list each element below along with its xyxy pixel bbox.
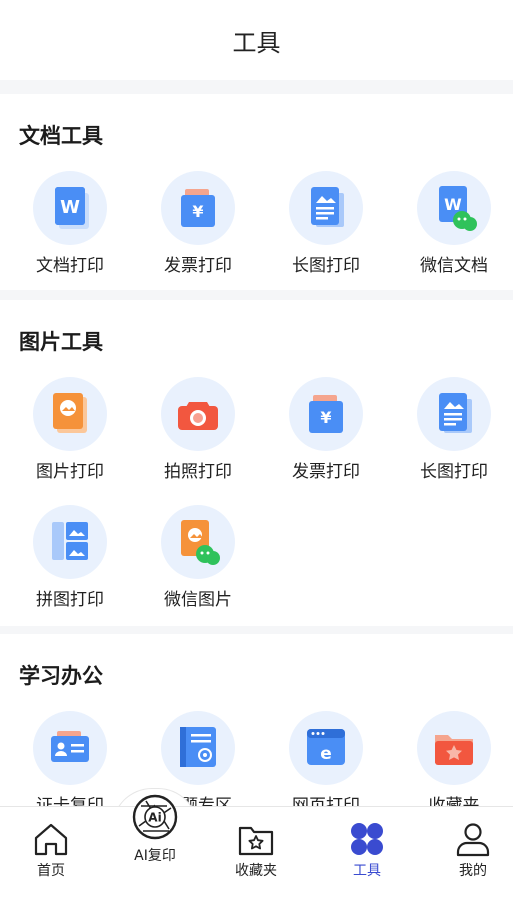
tool-camera-print[interactable]: 拍照打印 <box>134 377 262 487</box>
camera-icon <box>161 377 235 451</box>
section-title: 学习办公 <box>19 664 103 688</box>
section-study-office: 学习办公 证卡复印 错题专区 e 网页打印 收藏夹 <box>0 634 513 806</box>
tool-wechat-doc[interactable]: W 微信文档 <box>390 171 513 281</box>
id-card-icon <box>33 711 107 785</box>
tool-label: 拼图打印 <box>36 590 104 610</box>
collage-icon <box>33 505 107 579</box>
svg-text:¥: ¥ <box>192 202 203 221</box>
svg-text:W: W <box>60 197 80 218</box>
web-page-icon: e <box>289 711 363 785</box>
tool-invoice-print[interactable]: ¥ 发票打印 <box>134 171 262 281</box>
tool-web-page-print[interactable]: e 网页打印 <box>262 711 390 806</box>
error-book-icon <box>161 711 235 785</box>
svg-text:e: e <box>320 744 332 764</box>
tool-label: 收藏夹 <box>428 796 480 806</box>
svg-text:W: W <box>444 195 462 214</box>
tool-label: 微信图片 <box>164 590 232 610</box>
wechat-image-icon <box>161 505 235 579</box>
tool-label: 拍照打印 <box>164 462 232 482</box>
image-print-icon <box>33 377 107 451</box>
tool-long-image-print[interactable]: 长图打印 <box>262 171 390 281</box>
tool-invoice-print-2[interactable]: ¥ 发票打印 <box>262 377 390 487</box>
page-title: 工具 <box>232 28 281 57</box>
favorites-folder-icon <box>417 711 491 785</box>
word-doc-icon: W <box>33 171 107 245</box>
tool-favorites[interactable]: 收藏夹 <box>390 711 513 806</box>
tool-label: 图片打印 <box>36 462 104 482</box>
ai-aperture-icon: Ai <box>132 794 178 840</box>
section-doc-tools: 文档工具 W 文档打印 ¥ 发票打印 长图打印 W 微信文档 <box>0 94 513 290</box>
tab-label: 工具 <box>353 863 381 879</box>
invoice-icon: ¥ <box>289 377 363 451</box>
content-area[interactable]: 文档工具 W 文档打印 ¥ 发票打印 长图打印 W 微信文档 图片工具 图片打印… <box>0 80 513 806</box>
svg-text:¥: ¥ <box>320 408 331 427</box>
tool-label: 网页打印 <box>292 796 360 806</box>
user-icon <box>456 823 490 857</box>
wechat-doc-icon: W <box>417 171 491 245</box>
tool-label: 发票打印 <box>164 256 232 276</box>
tab-label: 收藏夹 <box>235 863 277 879</box>
tool-collage-print[interactable]: 拼图打印 <box>6 505 134 615</box>
top-bar: 工具 <box>0 0 513 80</box>
tool-label: 文档打印 <box>36 256 104 276</box>
long-image-icon <box>417 377 491 451</box>
tool-label: 长图打印 <box>420 462 488 482</box>
tab-label: 首页 <box>37 863 65 879</box>
section-title: 图片工具 <box>19 330 103 354</box>
tool-label: 发票打印 <box>292 462 360 482</box>
tab-label: 我的 <box>459 863 487 879</box>
invoice-icon: ¥ <box>161 171 235 245</box>
tool-label: 长图打印 <box>292 256 360 276</box>
tool-label: 证卡复印 <box>36 796 104 806</box>
svg-text:Ai: Ai <box>148 811 161 825</box>
tool-image-print[interactable]: 图片打印 <box>6 377 134 487</box>
tools-page: 工具 文档工具 W 文档打印 ¥ 发票打印 长图打印 W 微信文档 图片工具 图… <box>0 0 513 897</box>
tab-mine[interactable]: 我的 <box>422 807 513 897</box>
long-image-icon <box>289 171 363 245</box>
star-folder-icon <box>238 826 274 856</box>
tab-ai-copy[interactable]: Ai AI复印 <box>107 793 203 897</box>
bottom-tab-bar: 首页 收藏夹 工具 我的 <box>0 806 513 897</box>
tool-long-image-print-2[interactable]: 长图打印 <box>390 377 513 487</box>
tab-favorites[interactable]: 收藏夹 <box>205 807 307 897</box>
tool-id-card-copy[interactable]: 证卡复印 <box>6 711 134 806</box>
section-title: 文档工具 <box>19 124 103 148</box>
tool-wechat-image[interactable]: 微信图片 <box>134 505 262 615</box>
tool-label: 微信文档 <box>420 256 488 276</box>
home-icon <box>34 823 68 856</box>
tab-home[interactable]: 首页 <box>0 807 102 897</box>
tab-label: AI复印 <box>134 848 176 864</box>
section-image-tools: 图片工具 图片打印 拍照打印 ¥ 发票打印 长图打印 拼图打印 微信图片 <box>0 300 513 626</box>
four-circles-icon <box>351 823 383 855</box>
tool-doc-print[interactable]: W 文档打印 <box>6 171 134 281</box>
tab-tools[interactable]: 工具 <box>316 807 418 897</box>
